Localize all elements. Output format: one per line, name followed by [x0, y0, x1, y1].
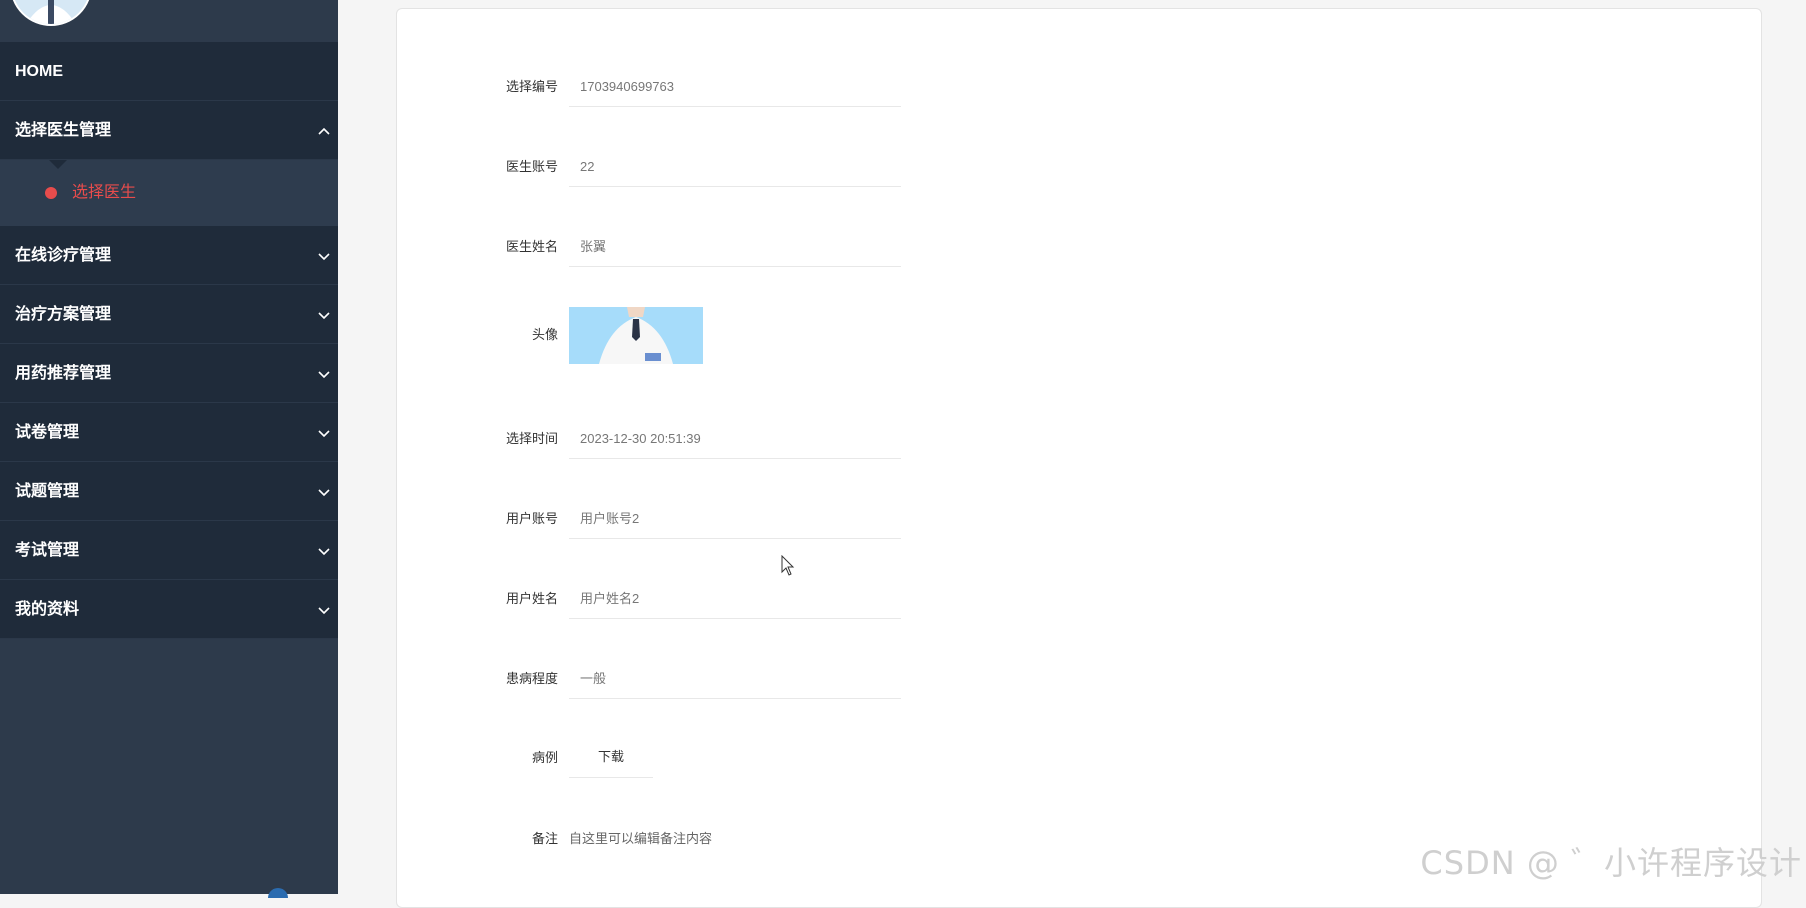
sidebar-item-my-profile[interactable]: 我的资料 — [0, 580, 338, 639]
sidebar-item-questions[interactable]: 试题管理 — [0, 462, 338, 521]
user-name-field[interactable]: 用户姓名2 — [569, 579, 901, 619]
form-row-case: 病例 下载 — [397, 738, 1397, 778]
form-row-select-no: 选择编号 1703940699763 — [397, 67, 1397, 107]
sidebar-item-home[interactable]: HOME — [0, 42, 338, 101]
sidebar-subitem-label: 选择医生 — [72, 184, 137, 201]
sidebar-subitem-select-doctor[interactable]: 选择医生 — [0, 160, 338, 226]
user-account-field[interactable]: 用户账号2 — [569, 499, 901, 539]
main-content: 选择编号 1703940699763 医生账号 22 医生姓名 张翼 头像 选择… — [338, 0, 1806, 908]
field-label: 用户姓名 — [505, 591, 558, 606]
detail-card: 选择编号 1703940699763 医生账号 22 医生姓名 张翼 头像 选择… — [396, 8, 1762, 908]
severity-field[interactable]: 一般 — [569, 659, 901, 699]
active-dot-icon — [45, 187, 57, 199]
scroll-top-button[interactable] — [268, 888, 288, 898]
form-row-select-time: 选择时间 2023-12-30 20:51:39 — [397, 419, 1397, 459]
watermark: CSDN @ ゛小许程序设计 — [1420, 844, 1802, 882]
chevron-down-icon — [318, 253, 330, 261]
remark-editor[interactable]: 自这里可以编辑备注内容 — [569, 819, 712, 859]
sidebar-menu: HOME 选择医生管理 选择医生 在线诊疗管理 治疗方案管理 用药推荐管理 试卷… — [0, 42, 338, 639]
chevron-down-icon — [318, 312, 330, 320]
form-row-doctor-account: 医生账号 22 — [397, 147, 1397, 187]
sidebar-item-treatment-plan[interactable]: 治疗方案管理 — [0, 285, 338, 344]
chevron-down-icon — [318, 607, 330, 615]
field-label: 病例 — [531, 750, 558, 765]
download-button[interactable]: 下载 — [569, 738, 653, 778]
sidebar-item-label: 试卷管理 — [15, 424, 80, 441]
field-label: 医生姓名 — [505, 239, 558, 254]
sidebar-item-label: 在线诊疗管理 — [15, 247, 112, 264]
select-no-field[interactable]: 1703940699763 — [569, 67, 901, 107]
sidebar-item-exams[interactable]: 考试管理 — [0, 521, 338, 580]
field-label: 用户账号 — [505, 511, 558, 526]
user-avatar[interactable] — [10, 0, 92, 26]
sidebar-item-label: 用药推荐管理 — [15, 365, 112, 382]
sidebar-item-label: 治疗方案管理 — [15, 306, 112, 323]
chevron-down-icon — [318, 548, 330, 556]
field-label: 医生账号 — [505, 159, 558, 174]
field-label: 备注 — [531, 831, 558, 846]
field-label: 患病程度 — [505, 671, 558, 686]
form-row-doctor-name: 医生姓名 张翼 — [397, 227, 1397, 267]
select-time-field[interactable]: 2023-12-30 20:51:39 — [569, 419, 901, 459]
form-row-severity: 患病程度 一般 — [397, 659, 1397, 699]
form-row-user-account: 用户账号 用户账号2 — [397, 499, 1397, 539]
chevron-down-icon — [318, 430, 330, 438]
sidebar-item-label: 选择医生管理 — [15, 122, 112, 139]
form-row-remark: 备注 自这里可以编辑备注内容 — [397, 819, 1397, 859]
sidebar: HOME 选择医生管理 选择医生 在线诊疗管理 治疗方案管理 用药推荐管理 试卷… — [0, 0, 338, 898]
sidebar-item-papers[interactable]: 试卷管理 — [0, 403, 338, 462]
chevron-down-icon — [318, 371, 330, 379]
chevron-down-icon — [318, 489, 330, 497]
field-label: 选择时间 — [505, 431, 558, 446]
chevron-up-icon — [318, 127, 330, 135]
doctor-account-field[interactable]: 22 — [569, 147, 901, 187]
form-row-avatar: 头像 — [397, 307, 1397, 367]
sidebar-item-label: 我的资料 — [15, 601, 80, 618]
field-label: 选择编号 — [505, 79, 558, 94]
field-label: 头像 — [531, 327, 558, 342]
doctor-name-field[interactable]: 张翼 — [569, 227, 901, 267]
sidebar-item-label: 考试管理 — [15, 542, 80, 559]
sidebar-item-home-label: HOME — [15, 63, 63, 80]
mouse-cursor-icon — [781, 555, 795, 576]
sidebar-item-medication[interactable]: 用药推荐管理 — [0, 344, 338, 403]
sidebar-item-online-diagnosis[interactable]: 在线诊疗管理 — [0, 226, 338, 285]
active-indicator-notch — [49, 160, 67, 169]
sidebar-item-select-doctor-mgmt[interactable]: 选择医生管理 — [0, 101, 338, 160]
sidebar-item-label: 试题管理 — [15, 483, 80, 500]
form-row-user-name: 用户姓名 用户姓名2 — [397, 579, 1397, 619]
doctor-photo[interactable] — [569, 307, 703, 364]
